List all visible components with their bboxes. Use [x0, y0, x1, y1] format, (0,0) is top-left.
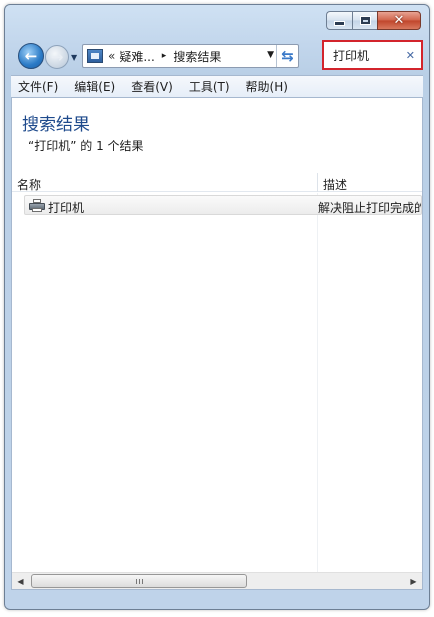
- clear-search-icon[interactable]: ✕: [406, 49, 415, 62]
- table-row[interactable]: 打印机 解决阻止打印完成的: [24, 195, 422, 215]
- caption-buttons: ✕: [326, 11, 421, 30]
- address-dropdown-icon[interactable]: ▼: [267, 50, 274, 60]
- forward-arrow-icon: →: [50, 47, 64, 66]
- status-bar: [11, 593, 423, 607]
- scroll-right-icon[interactable]: ▶: [405, 573, 422, 589]
- menu-view[interactable]: 查看(V): [131, 78, 173, 95]
- address-overflow-chevrons[interactable]: «: [108, 49, 115, 63]
- column-divider[interactable]: [317, 173, 318, 192]
- column-header-description[interactable]: 描述: [323, 176, 347, 193]
- forward-button[interactable]: →: [45, 45, 69, 69]
- column-header-name[interactable]: 名称: [17, 176, 41, 193]
- minimize-button[interactable]: [326, 11, 352, 30]
- printer-icon: [29, 199, 45, 212]
- horizontal-scrollbar[interactable]: ◀ ▶: [12, 572, 422, 589]
- navigation-bar: ← → ▼ « 疑难... ▸ 搜索结果 ▼ ⇆ 打印机 ✕: [13, 40, 423, 71]
- results-pane: 搜索结果 “打印机” 的 1 个结果 名称 描述 打印机 解决阻止打印完成的 ◀…: [11, 97, 423, 590]
- menu-edit[interactable]: 编辑(E): [74, 78, 115, 95]
- scrollbar-thumb[interactable]: [31, 574, 247, 588]
- menu-file[interactable]: 文件(F): [18, 78, 58, 95]
- close-icon: ✕: [393, 13, 405, 28]
- recent-pages-dropdown-icon[interactable]: ▼: [71, 53, 77, 62]
- row-description: 解决阻止打印完成的: [318, 201, 422, 215]
- breadcrumb-troubleshooting[interactable]: 疑难...: [119, 48, 154, 65]
- refresh-icon[interactable]: ⇆: [276, 45, 298, 67]
- page-title: 搜索结果: [22, 115, 90, 135]
- row-name: 打印机: [48, 201, 85, 215]
- breadcrumb-search-results[interactable]: 搜索结果: [173, 48, 221, 65]
- scroll-left-icon[interactable]: ◀: [12, 573, 29, 589]
- search-input-value[interactable]: 打印机: [333, 47, 406, 64]
- close-button[interactable]: ✕: [377, 11, 421, 30]
- breadcrumb-separator-icon[interactable]: ▸: [162, 51, 167, 61]
- result-count-text: “打印机” 的 1 个结果: [28, 139, 144, 153]
- explorer-window: ✕ ← → ▼ « 疑难... ▸ 搜索结果 ▼ ⇆ 打印机 ✕ 文件(F) 编…: [4, 4, 430, 610]
- maximize-button[interactable]: [352, 11, 377, 30]
- back-button[interactable]: ←: [18, 43, 44, 69]
- minimize-icon: [334, 21, 345, 26]
- grip-icon: [135, 578, 143, 584]
- column-guide-line: [317, 193, 318, 581]
- control-panel-icon: [87, 49, 103, 63]
- column-header-row: 名称 描述: [12, 173, 422, 192]
- address-bar[interactable]: « 疑难... ▸ 搜索结果 ▼ ⇆: [82, 44, 299, 68]
- maximize-icon: [359, 16, 371, 25]
- search-input[interactable]: 打印机 ✕: [322, 40, 423, 70]
- back-arrow-icon: ←: [24, 46, 38, 65]
- menu-bar: 文件(F) 编辑(E) 查看(V) 工具(T) 帮助(H): [11, 75, 423, 97]
- menu-help[interactable]: 帮助(H): [246, 78, 288, 95]
- menu-tools[interactable]: 工具(T): [189, 78, 230, 95]
